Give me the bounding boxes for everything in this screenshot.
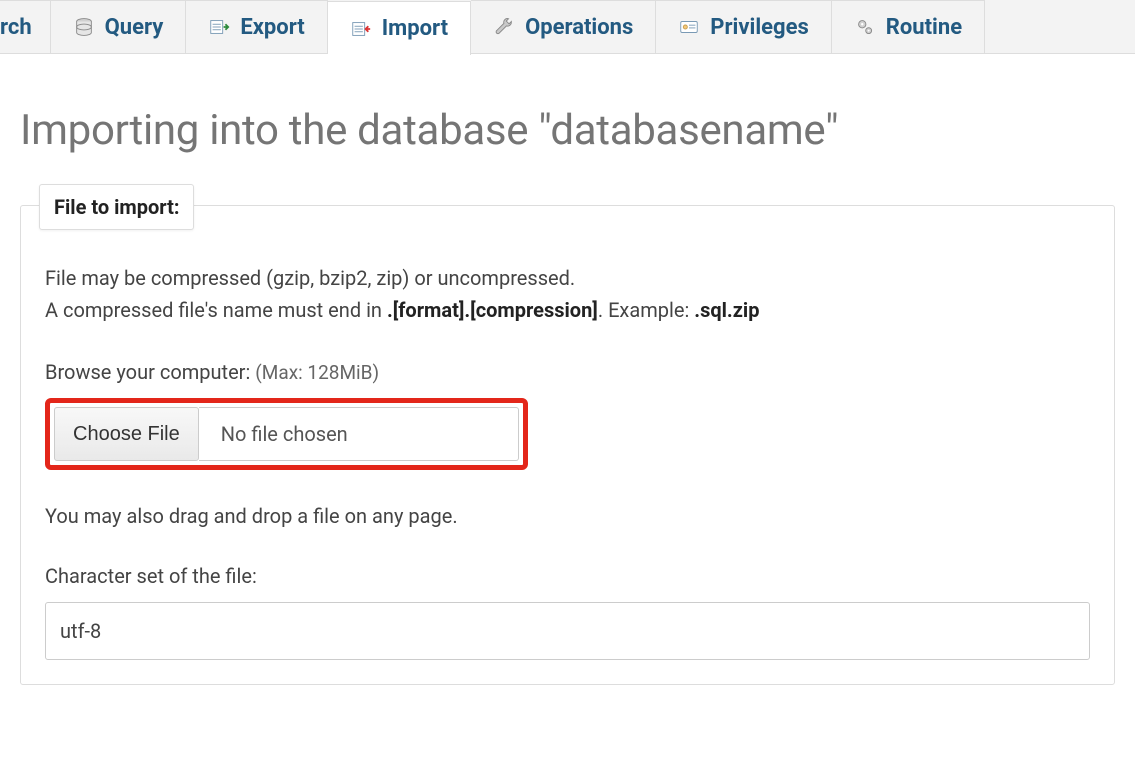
tab-label: Operations: [525, 15, 633, 40]
main-content: Importing into the database "databasenam…: [0, 54, 1135, 709]
tab-label: Privileges: [710, 15, 808, 40]
tab-label: Query: [105, 15, 164, 40]
tab-privileges[interactable]: Privileges: [656, 0, 831, 53]
help-line-2-pre: A compressed file's name must end in: [45, 298, 387, 322]
help-line-2-example: .sql.zip: [694, 298, 759, 322]
database-icon: [73, 16, 95, 38]
browse-label-text: Browse your computer:: [45, 360, 255, 384]
help-line-2-mid: . Example:: [598, 298, 694, 322]
page-title: Importing into the database "databasenam…: [20, 106, 1115, 155]
file-chosen-status: No file chosen: [199, 407, 519, 461]
tab-label: rch: [0, 15, 32, 40]
help-line-1: File may be compressed (gzip, bzip2, zip…: [45, 262, 1090, 294]
help-line-2: A compressed file's name must end in .[f…: [45, 294, 1090, 326]
charset-select[interactable]: utf-8: [45, 602, 1090, 660]
file-input-row: Choose File No file chosen: [45, 398, 1090, 470]
tab-label: Routine: [886, 15, 962, 40]
tab-operations[interactable]: Operations: [471, 0, 656, 53]
tab-export[interactable]: Export: [186, 0, 327, 53]
choose-file-button[interactable]: Choose File: [54, 407, 199, 461]
file-input-highlight: Choose File No file chosen: [45, 398, 528, 470]
tab-import[interactable]: Import: [328, 1, 471, 55]
gears-icon: [854, 16, 876, 38]
privileges-icon: [678, 16, 700, 38]
tab-label: Export: [240, 15, 304, 40]
help-line-2-format: .[format].[compression]: [387, 298, 598, 322]
wrench-icon: [493, 16, 515, 38]
tab-routines[interactable]: Routine: [832, 0, 985, 53]
fieldset-legend: File to import:: [39, 184, 194, 230]
import-icon: [350, 18, 372, 40]
tab-search[interactable]: rch: [0, 0, 51, 53]
file-import-fieldset: File to import: File may be compressed (…: [20, 205, 1115, 685]
browse-label: Browse your computer: (Max: 128MiB): [45, 360, 1090, 384]
tab-query[interactable]: Query: [51, 0, 187, 53]
drag-drop-hint: You may also drag and drop a file on any…: [45, 504, 1090, 528]
tab-label: Import: [382, 16, 448, 41]
charset-label: Character set of the file:: [45, 564, 1090, 588]
browse-max: (Max: 128MiB): [255, 361, 379, 384]
tab-bar: rch Query Export Import Operations Privi…: [0, 0, 1135, 54]
export-icon: [208, 16, 230, 38]
